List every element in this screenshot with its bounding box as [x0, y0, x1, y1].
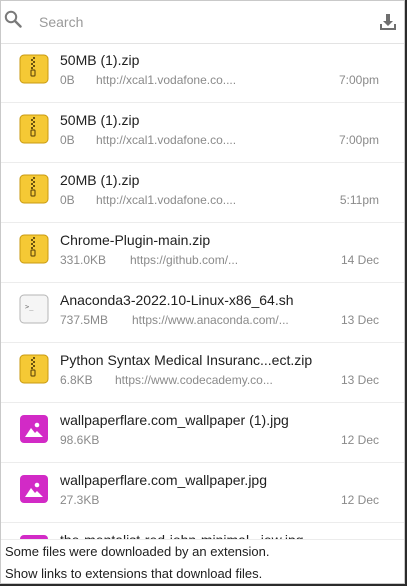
download-size: 737.5MB: [60, 313, 109, 327]
extension-links-link[interactable]: Show links to extensions that download f…: [5, 566, 262, 581]
download-source-url[interactable]: http://xcal1.vodafone.co....: [96, 73, 236, 87]
download-filename: 50MB (1).zip: [60, 112, 140, 128]
download-filename: 20MB (1).zip: [60, 172, 140, 188]
download-source-url[interactable]: https://www.codecademy.co...: [115, 373, 273, 387]
image-icon: [20, 475, 48, 503]
download-size: 0B: [60, 193, 75, 207]
download-time: 13 Dec: [340, 313, 379, 327]
download-size: 98.6KB: [60, 433, 100, 447]
download-meta: 27.3KB: [60, 493, 115, 507]
downloads-list: 50MB (1).zip 0B http://xcal1.vodafone.co..…: [1, 43, 404, 583]
downloads-panel: 50MB (1).zip 0B http://xcal1.vodafone.co..…: [0, 0, 405, 584]
download-source-url[interactable]: http://xcal1.vodafone.co....: [96, 193, 236, 207]
download-meta: 331.0KB https://github.com/...: [60, 253, 238, 267]
download-item[interactable]: wallpaperflare.com_wallpaper.jpg 27.3KB 12…: [1, 463, 404, 523]
download-filename: wallpaperflare.com_wallpaper (1).jpg: [60, 412, 289, 428]
zip-archive-icon: [19, 234, 49, 264]
zip-archive-icon: [19, 114, 49, 144]
download-source-url[interactable]: https://github.com/...: [130, 253, 238, 267]
download-meta: 0B http://xcal1.vodafone.co....: [60, 193, 236, 207]
download-time: 7:00pm: [338, 133, 379, 147]
download-source-url[interactable]: http://xcal1.vodafone.co....: [96, 133, 236, 147]
download-item[interactable]: wallpaperflare.com_wallpaper (1).jpg 98.6…: [1, 403, 404, 463]
download-time: 14 Dec: [340, 253, 379, 267]
download-meta: 98.6KB: [60, 433, 115, 447]
download-item[interactable]: Chrome-Plugin-main.zip 331.0KB https://git…: [1, 223, 404, 283]
download-size: 331.0KB: [60, 253, 107, 267]
download-item[interactable]: 50MB (1).zip 0B http://xcal1.vodafone.co..…: [1, 43, 404, 103]
download-size: 0B: [60, 133, 75, 147]
download-icon[interactable]: [378, 12, 398, 32]
download-item[interactable]: >_ Anaconda3-2022.10-Linux-x86_64.sh 737.5…: [1, 283, 404, 343]
download-size: 0B: [60, 73, 75, 87]
extension-notice-text: Some files were downloaded by an extensi…: [5, 544, 270, 559]
download-time: 12 Dec: [340, 433, 379, 447]
svg-text:>_: >_: [25, 303, 34, 311]
download-meta: 737.5MB https://www.anaconda.com/...: [60, 313, 289, 327]
search-icon: [4, 10, 22, 28]
search-input[interactable]: [39, 12, 339, 32]
download-item[interactable]: 20MB (1).zip 0B http://xcal1.vodafone.co..…: [1, 163, 404, 223]
download-meta: 0B http://xcal1.vodafone.co....: [60, 73, 236, 87]
download-filename: wallpaperflare.com_wallpaper.jpg: [60, 472, 268, 488]
download-time: 7:00pm: [338, 73, 379, 87]
download-filename: Anaconda3-2022.10-Linux-x86_64.sh: [60, 292, 294, 308]
zip-archive-icon: [19, 54, 49, 84]
download-time: 5:11pm: [339, 193, 379, 207]
image-icon: [20, 415, 48, 443]
terminal-script-icon: >_: [19, 294, 49, 324]
download-time: 12 Dec: [340, 493, 379, 507]
download-filename: Chrome-Plugin-main.zip: [60, 232, 211, 248]
extension-notice: Some files were downloaded by an extensi…: [1, 539, 404, 583]
download-time: 13 Dec: [340, 373, 379, 387]
zip-archive-icon: [19, 354, 49, 384]
search-header: [1, 1, 404, 44]
download-item[interactable]: Python Syntax Medical Insuranc...ect.zip…: [1, 343, 404, 403]
download-filename: 50MB (1).zip: [60, 52, 140, 68]
download-filename: Python Syntax Medical Insuranc...ect.zip: [60, 352, 313, 368]
download-size: 6.8KB: [60, 373, 93, 387]
zip-archive-icon: [19, 174, 49, 204]
download-meta: 0B http://xcal1.vodafone.co....: [60, 133, 236, 147]
download-source-url[interactable]: https://www.anaconda.com/...: [132, 313, 289, 327]
download-meta: 6.8KB https://www.codecademy.co...: [60, 373, 273, 387]
download-size: 27.3KB: [60, 493, 100, 507]
download-item[interactable]: 50MB (1).zip 0B http://xcal1.vodafone.co..…: [1, 103, 404, 163]
